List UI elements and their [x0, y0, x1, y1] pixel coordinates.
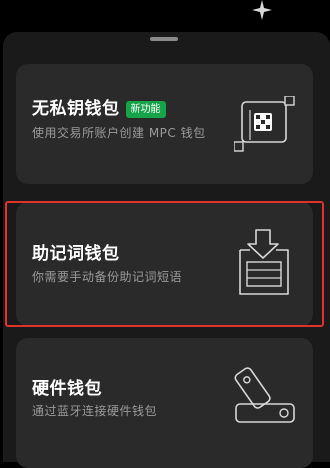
- hardware-wallet-title: 硬件钱包: [32, 379, 102, 399]
- keyless-wallet-card[interactable]: 无私钥钱包 新功能 使用交易所账户创建 MPC 钱包: [16, 64, 313, 184]
- mpc-chip-icon: [234, 96, 295, 152]
- mnemonic-wallet-title: 助记词钱包: [32, 244, 120, 264]
- mnemonic-wallet-card[interactable]: 助记词钱包 你需要手动备份助记词短语: [16, 202, 313, 326]
- sheet-drag-handle[interactable]: [150, 37, 178, 41]
- download-tray-icon: [239, 229, 289, 295]
- mnemonic-wallet-description: 你需要手动备份助记词短语: [32, 270, 183, 284]
- keyless-wallet-title: 无私钥钱包: [32, 99, 120, 119]
- card-title: 无私钥钱包 新功能: [32, 94, 166, 119]
- sparkle-icon: [252, 0, 272, 20]
- keyless-wallet-description: 使用交易所账户创建 MPC 钱包: [32, 126, 206, 140]
- new-feature-badge: 新功能: [125, 101, 166, 118]
- hardware-wallet-description: 通过蓝牙连接硬件钱包: [32, 404, 158, 418]
- usb-key-icon: [234, 367, 295, 423]
- hardware-wallet-card[interactable]: 硬件钱包 通过蓝牙连接硬件钱包: [16, 338, 313, 468]
